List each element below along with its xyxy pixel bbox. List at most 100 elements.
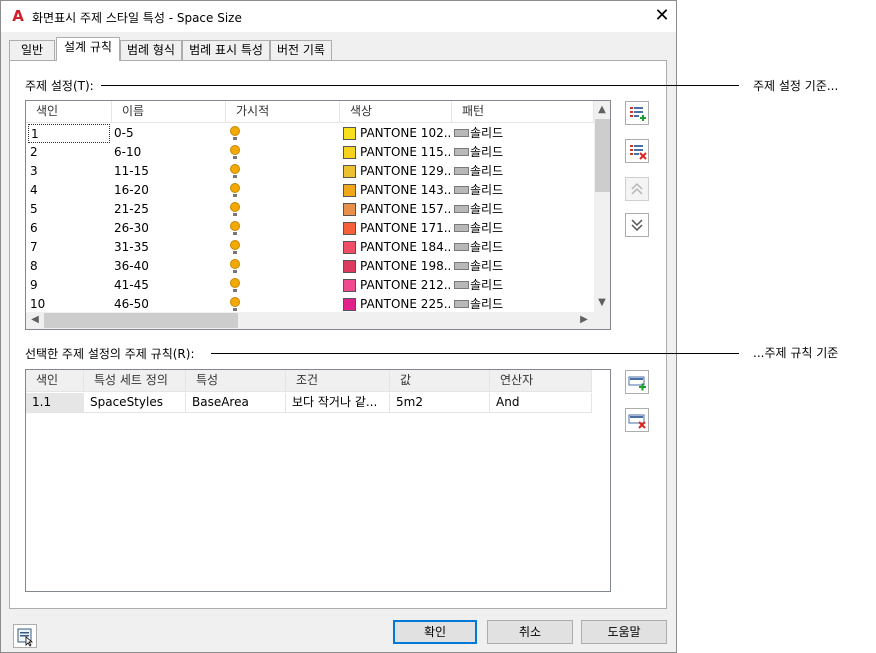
theme-settings-callout: 주제 설정 기준... <box>753 79 839 93</box>
index-cell: 1 <box>28 124 110 143</box>
title-bar: A 화면표시 주제 스타일 특성 - Space Size ✕ <box>1 1 676 32</box>
column-header[interactable]: 특성 <box>186 370 286 392</box>
visible-bulb-icon[interactable] <box>230 240 240 250</box>
table-row[interactable]: 3 11-15 PANTONE 129... 솔리드 <box>26 162 594 181</box>
color-swatch <box>343 127 356 140</box>
color-name-cell: PANTONE 171... <box>360 221 450 235</box>
visible-bulb-icon[interactable] <box>230 164 240 174</box>
bulb-base <box>233 137 237 140</box>
vertical-scrollbar[interactable]: ▲ ▼ <box>594 101 610 312</box>
table-row[interactable]: 1 0-5 PANTONE 102... 솔리드 <box>26 124 594 143</box>
color-swatch <box>343 298 356 311</box>
pattern-swatch <box>454 167 469 175</box>
visible-bulb-icon[interactable] <box>230 278 240 288</box>
pattern-swatch <box>454 205 469 213</box>
theme-rules-grid[interactable]: 색인 특성 세트 정의 특성 조건 값 연산자 1.1 SpaceStyles BaseArea… <box>25 369 611 592</box>
vertical-scroll-thumb[interactable] <box>595 119 610 192</box>
index-cell: 3 <box>30 164 38 178</box>
pattern-swatch <box>454 281 469 289</box>
preview-button[interactable] <box>13 624 37 648</box>
add-setting-button[interactable] <box>625 101 649 125</box>
table-row[interactable]: 8 36-40 PANTONE 198... 솔리드 <box>26 257 594 276</box>
scroll-left-arrow[interactable]: ◀ <box>27 312 43 328</box>
close-icon[interactable]: ✕ <box>650 4 674 28</box>
visible-bulb-icon[interactable] <box>230 202 240 212</box>
color-swatch <box>343 146 356 159</box>
tab-1[interactable]: 설계 규칙 <box>56 37 120 61</box>
pattern-swatch <box>454 186 469 194</box>
set-cell[interactable]: SpaceStyles <box>84 393 186 412</box>
remove-rule-button[interactable] <box>625 408 649 432</box>
column-header[interactable]: 색인 <box>26 101 112 123</box>
bulb-base <box>233 194 237 197</box>
column-header[interactable]: 특성 세트 정의 <box>84 370 186 392</box>
preview-icon <box>17 628 34 647</box>
table-row[interactable]: 4 16-20 PANTONE 143... 솔리드 <box>26 181 594 200</box>
tab-2[interactable]: 범례 형식 <box>120 40 182 60</box>
table-row[interactable]: 9 41-45 PANTONE 212... 솔리드 <box>26 276 594 295</box>
pattern-cell: 솔리드 <box>470 259 504 273</box>
column-header[interactable]: 값 <box>390 370 490 392</box>
column-header[interactable]: 색상 <box>340 101 452 123</box>
color-swatch <box>343 184 356 197</box>
move-down-button[interactable] <box>625 213 649 237</box>
operator-cell[interactable]: And <box>490 393 592 412</box>
column-header[interactable]: 연산자 <box>490 370 592 392</box>
remove-list-icon <box>630 145 647 160</box>
color-swatch <box>343 165 356 178</box>
value-cell[interactable]: 5m2 <box>390 393 490 412</box>
visible-bulb-icon[interactable] <box>230 259 240 269</box>
column-header[interactable]: 가시적 <box>226 101 340 123</box>
index-cell: 6 <box>30 221 38 235</box>
add-rule-button[interactable] <box>625 370 649 394</box>
bulb-base <box>233 270 237 273</box>
name-cell: 41-45 <box>114 278 149 292</box>
horizontal-scroll-thumb[interactable] <box>44 313 238 328</box>
index-cell: 1.1 <box>26 393 84 412</box>
scroll-right-arrow[interactable]: ▶ <box>576 312 592 328</box>
visible-bulb-icon[interactable] <box>230 183 240 193</box>
column-header[interactable]: 조건 <box>286 370 390 392</box>
cancel-button[interactable]: 취소 <box>487 620 573 644</box>
add-list-icon <box>630 107 646 121</box>
column-header[interactable]: 패턴 <box>452 101 594 123</box>
table-row[interactable]: 2 6-10 PANTONE 115... 솔리드 <box>26 143 594 162</box>
table-row[interactable]: 6 26-30 PANTONE 171... 솔리드 <box>26 219 594 238</box>
column-header[interactable]: 색인 <box>26 370 84 392</box>
scroll-down-arrow[interactable]: ▼ <box>594 295 610 311</box>
tab-3[interactable]: 범례 표시 특성 <box>182 40 270 60</box>
table-row[interactable]: 1.1 SpaceStyles BaseArea 보다 작거나 같... 5m2 And <box>26 393 592 413</box>
tab-4[interactable]: 버전 기록 <box>270 40 332 60</box>
visible-bulb-icon[interactable] <box>230 221 240 231</box>
color-name-cell: PANTONE 212... <box>360 278 450 292</box>
bulb-base <box>233 175 237 178</box>
tab-0[interactable]: 일반 <box>9 40 55 60</box>
horizontal-scrollbar[interactable]: ◀ ▶ <box>26 312 610 329</box>
pattern-swatch <box>454 224 469 232</box>
help-button[interactable]: 도움말 <box>581 620 667 644</box>
name-cell: 26-30 <box>114 221 149 235</box>
bulb-base <box>233 156 237 159</box>
condition-cell[interactable]: 보다 작거나 같... <box>286 393 390 412</box>
remove-setting-button[interactable] <box>625 139 649 163</box>
visible-bulb-icon[interactable] <box>230 126 240 136</box>
column-header[interactable]: 이름 <box>112 101 226 123</box>
table-row[interactable]: 7 31-35 PANTONE 184... 솔리드 <box>26 238 594 257</box>
window-title: 화면표시 주제 스타일 특성 - Space Size <box>32 11 242 25</box>
color-swatch <box>343 279 356 292</box>
color-name-cell: PANTONE 157... <box>360 202 450 216</box>
ok-button[interactable]: 확인 <box>393 620 477 644</box>
color-swatch <box>343 222 356 235</box>
visible-bulb-icon[interactable] <box>230 145 240 155</box>
index-cell: 9 <box>30 278 38 292</box>
remove-rule-icon <box>628 414 646 429</box>
move-up-button[interactable] <box>625 177 649 201</box>
pattern-cell: 솔리드 <box>470 202 504 216</box>
property-cell[interactable]: BaseArea <box>186 393 286 412</box>
theme-settings-grid[interactable]: 색인 이름 가시적 색상 패턴 1 0-5 PANTONE 102... 솔리드 2 6-10 PAN… <box>25 100 611 330</box>
scroll-up-arrow[interactable]: ▲ <box>594 102 610 118</box>
color-name-cell: PANTONE 102... <box>360 126 450 140</box>
visible-bulb-icon[interactable] <box>230 297 240 307</box>
table-row[interactable]: 5 21-25 PANTONE 157... 솔리드 <box>26 200 594 219</box>
pattern-cell: 솔리드 <box>470 278 504 292</box>
